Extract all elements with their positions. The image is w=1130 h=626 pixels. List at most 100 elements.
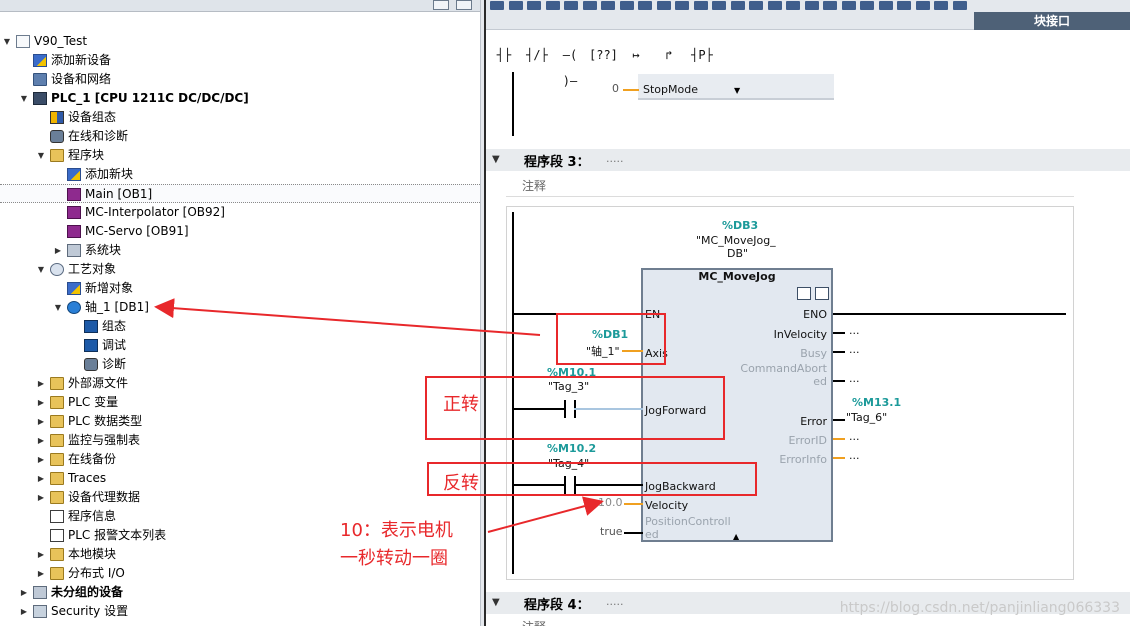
- fb-diagnostics-icon[interactable]: [797, 287, 811, 300]
- tree-item[interactable]: ▶ PLC 变量: [0, 393, 480, 412]
- tree-item[interactable]: ▶ 分布式 I/O: [0, 564, 480, 583]
- busy-operand[interactable]: ...: [849, 343, 860, 356]
- nc-contact-button[interactable]: ┤/├: [523, 42, 551, 68]
- expand-arrow-icon[interactable]: ▶: [36, 374, 46, 393]
- tree-item[interactable]: 添加新块: [0, 165, 480, 184]
- contact2-address[interactable]: %M10.2: [547, 442, 596, 455]
- fb-collapse-icon[interactable]: ▲: [733, 532, 739, 541]
- toolbar-tool-icon[interactable]: [601, 1, 615, 10]
- tree-item[interactable]: 添加新设备: [0, 51, 480, 70]
- block-interface-tab[interactable]: 块接口: [974, 12, 1130, 30]
- error-id-operand[interactable]: ...: [849, 430, 860, 443]
- toolbar-tool-icon[interactable]: [915, 1, 930, 10]
- network3-header[interactable]: ▼ 程序段 3： .....: [486, 149, 1130, 171]
- p-contact-button[interactable]: ┤P├: [688, 42, 716, 68]
- tree-item[interactable]: ▼ PLC_1 [CPU 1211C DC/DC/DC]: [0, 89, 480, 108]
- network4-title-placeholder[interactable]: .....: [606, 595, 623, 608]
- expand-arrow-icon[interactable]: ▶: [53, 241, 63, 260]
- expand-arrow-icon[interactable]: ▶: [36, 564, 46, 583]
- tree-item[interactable]: ▶ 设备代理数据: [0, 488, 480, 507]
- contact1-left-bar[interactable]: [564, 400, 566, 418]
- tree-item[interactable]: ▶ 在线备份: [0, 450, 480, 469]
- toolbar-tool-icon[interactable]: [934, 1, 948, 10]
- contact1-name[interactable]: "Tag_3": [548, 380, 589, 393]
- position-controlled-value[interactable]: true: [600, 525, 623, 538]
- tree-item[interactable]: MC-Interpolator [OB92]: [0, 203, 480, 222]
- tree-item[interactable]: ▶ PLC 数据类型: [0, 412, 480, 431]
- open-branch-button[interactable]: ↦: [622, 42, 650, 68]
- expand-arrow-icon[interactable]: ▶: [36, 431, 46, 450]
- tree-item[interactable]: ▶ 未分组的设备: [0, 583, 480, 602]
- toolbar-tool-icon[interactable]: [767, 1, 782, 10]
- toolbar-tool-icon[interactable]: [804, 1, 819, 10]
- collapse-arrow-icon[interactable]: ▼: [19, 89, 29, 108]
- expand-arrow-icon[interactable]: ▶: [36, 469, 46, 488]
- tree-item[interactable]: ▶ 本地模块: [0, 545, 480, 564]
- toolbar-tool-icon[interactable]: [860, 1, 874, 10]
- tree-item[interactable]: ▶ 系统块: [0, 241, 480, 260]
- tree-item[interactable]: ▶ Security 设置: [0, 602, 480, 621]
- tree-item[interactable]: 在线和诊断: [0, 127, 480, 146]
- toolbar-tool-icon[interactable]: [545, 1, 560, 10]
- collapse-network3-icon[interactable]: ▼: [492, 154, 500, 165]
- tree-item[interactable]: 诊断: [0, 355, 480, 374]
- collapse-network4-icon[interactable]: ▼: [492, 597, 500, 608]
- command-aborted-operand[interactable]: ...: [849, 372, 860, 385]
- collapse-arrow-icon[interactable]: ▼: [36, 146, 46, 165]
- error-operand-name[interactable]: "Tag_6": [846, 411, 887, 424]
- expand-arrow-icon[interactable]: ▶: [36, 412, 46, 431]
- toolbar-tool-icon[interactable]: [952, 1, 967, 10]
- contact2-left-bar[interactable]: [564, 476, 566, 494]
- tree-item[interactable]: 组态: [0, 317, 480, 336]
- toolbar-tool-icon[interactable]: [693, 1, 708, 10]
- tree-item[interactable]: MC-Servo [OB91]: [0, 222, 480, 241]
- contact1-address[interactable]: %M10.1: [547, 366, 596, 379]
- tree-table-icon[interactable]: [456, 0, 472, 10]
- tree-item[interactable]: 设备和网络: [0, 70, 480, 89]
- toolbar-tool-icon[interactable]: [656, 1, 671, 10]
- network4-comment[interactable]: 注释: [522, 618, 546, 626]
- stopmode-value[interactable]: 0: [612, 82, 619, 95]
- instance-db-address[interactable]: %DB3: [722, 219, 758, 232]
- toolbar-tool-icon[interactable]: [564, 1, 578, 10]
- toolbar-tool-icon[interactable]: [712, 1, 726, 10]
- tree-item[interactable]: ▶ Traces: [0, 469, 480, 488]
- toolbar-tool-icon[interactable]: [490, 1, 504, 10]
- expand-arrow-icon[interactable]: ▶: [36, 545, 46, 564]
- network3-comment[interactable]: 注释: [522, 177, 546, 194]
- toolbar-tool-icon[interactable]: [823, 1, 837, 10]
- tree-item[interactable]: ▼ 轴_1 [DB1]: [0, 298, 480, 317]
- toolbar-tool-icon[interactable]: [527, 1, 541, 10]
- axis-operand-address[interactable]: %DB1: [592, 328, 628, 341]
- collapse-arrow-icon[interactable]: ▼: [2, 32, 12, 51]
- tree-item[interactable]: ▼ V90_Test: [0, 32, 480, 51]
- toolbar-tool-icon[interactable]: [508, 1, 523, 10]
- stopmode-dropdown-icon[interactable]: ▼: [734, 86, 740, 95]
- collapse-arrow-icon[interactable]: ▼: [53, 298, 63, 317]
- tree-item[interactable]: 设备组态: [0, 108, 480, 127]
- tree-item[interactable]: ▶ 外部源文件: [0, 374, 480, 393]
- instance-db-name-line2[interactable]: DB": [727, 247, 748, 260]
- tree-item[interactable]: 新增对象: [0, 279, 480, 298]
- toolbar-tool-icon[interactable]: [841, 1, 856, 10]
- in-velocity-operand[interactable]: ...: [849, 324, 860, 337]
- toolbar-tool-icon[interactable]: [730, 1, 745, 10]
- tree-item[interactable]: 调试: [0, 336, 480, 355]
- contact2-name[interactable]: "Tag_4": [548, 457, 589, 470]
- network3-title-placeholder[interactable]: .....: [606, 152, 623, 165]
- tree-item[interactable]: Main [OB1]: [0, 184, 480, 203]
- expand-arrow-icon[interactable]: ▶: [36, 450, 46, 469]
- tree-item[interactable]: PLC 报警文本列表: [0, 526, 480, 545]
- fb-toolbox-icon[interactable]: [815, 287, 829, 300]
- velocity-value[interactable]: 10.0: [598, 496, 623, 509]
- instance-db-name-line1[interactable]: "MC_MoveJog_: [696, 234, 776, 247]
- tree-item[interactable]: 程序信息: [0, 507, 480, 526]
- toolbar-tool-icon[interactable]: [619, 1, 634, 10]
- tree-item[interactable]: ▶ 监控与强制表: [0, 431, 480, 450]
- error-info-operand[interactable]: ...: [849, 449, 860, 462]
- tree-item[interactable]: ▼ 工艺对象: [0, 260, 480, 279]
- toolbar-tool-icon[interactable]: [675, 1, 689, 10]
- toolbar-tool-icon[interactable]: [878, 1, 893, 10]
- mc-movejog-block[interactable]: MC_MoveJog EN Axis JogForward JogBackwar…: [641, 268, 833, 542]
- tree-item[interactable]: ▼ 程序块: [0, 146, 480, 165]
